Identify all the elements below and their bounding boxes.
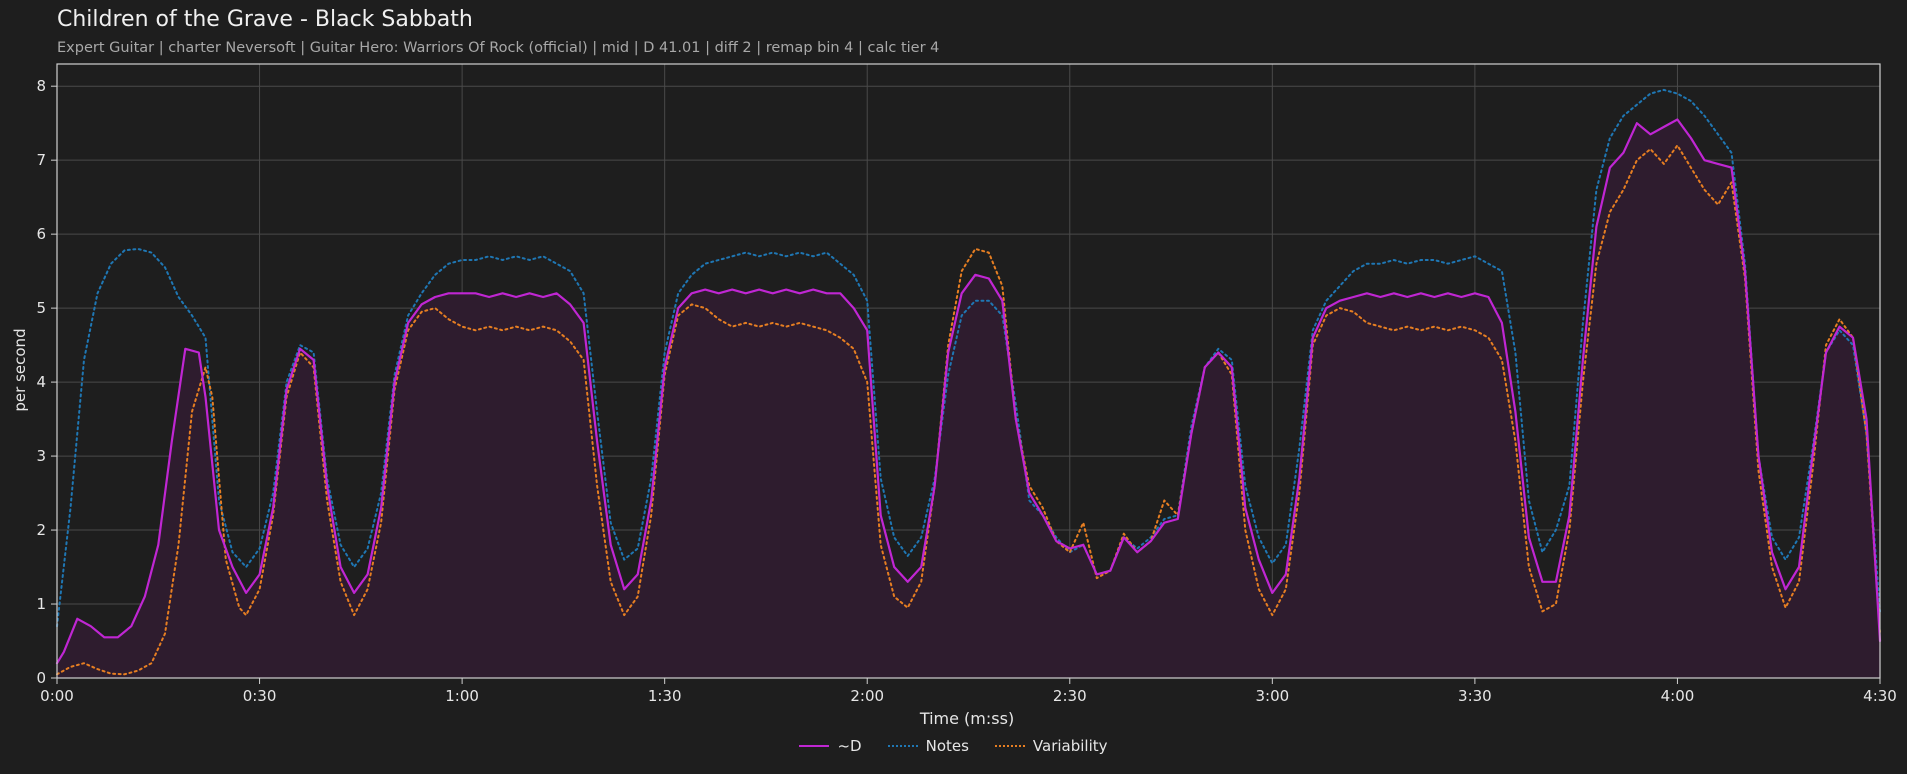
chart-area: 0:00 0:30 1:00 1:30 2:00 2:30 3:00 3:30 4:00 4:30… xyxy=(11,63,1897,728)
y-tick-label: 7 xyxy=(36,151,46,169)
x-axis-label: Time (m:ss) xyxy=(919,709,1014,728)
y-tick-label: 1 xyxy=(36,595,46,613)
y-axis: 0 1 2 3 4 5 6 7 8 xyxy=(36,77,57,687)
x-tick-label: 4:30 xyxy=(1863,687,1897,705)
x-tick-label: 1:00 xyxy=(445,687,479,705)
legend-label: Variability xyxy=(1032,737,1108,755)
y-axis-label: per second xyxy=(11,328,29,411)
x-tick-label: 2:00 xyxy=(850,687,884,705)
y-tick-label: 8 xyxy=(36,77,46,95)
legend-swatch xyxy=(799,745,830,747)
legend-swatch xyxy=(994,745,1025,747)
legend-label: Notes xyxy=(925,737,969,755)
legend-label: ~D xyxy=(837,737,862,755)
x-tick-label: 0:30 xyxy=(243,687,277,705)
x-axis: 0:00 0:30 1:00 1:30 2:00 2:30 3:00 3:30 4:00 4:30 xyxy=(40,678,1897,705)
legend-item-variability: Variability xyxy=(994,737,1108,755)
x-tick-label: 3:00 xyxy=(1255,687,1289,705)
legend-item-d: ~D xyxy=(799,737,862,755)
y-tick-label: 3 xyxy=(36,447,46,465)
y-tick-label: 0 xyxy=(36,669,46,687)
y-tick-label: 2 xyxy=(36,521,46,539)
x-tick-label: 3:30 xyxy=(1458,687,1492,705)
y-tick-label: 4 xyxy=(36,373,46,391)
y-tick-label: 6 xyxy=(36,225,46,243)
legend: ~D Notes Variability xyxy=(0,737,1907,755)
x-tick-label: 4:00 xyxy=(1661,687,1695,705)
x-tick-label: 0:00 xyxy=(40,687,74,705)
legend-item-notes: Notes xyxy=(887,737,969,755)
y-tick-label: 5 xyxy=(36,299,46,317)
x-tick-label: 1:30 xyxy=(648,687,682,705)
legend-swatch xyxy=(887,745,918,747)
x-tick-label: 2:30 xyxy=(1053,687,1087,705)
